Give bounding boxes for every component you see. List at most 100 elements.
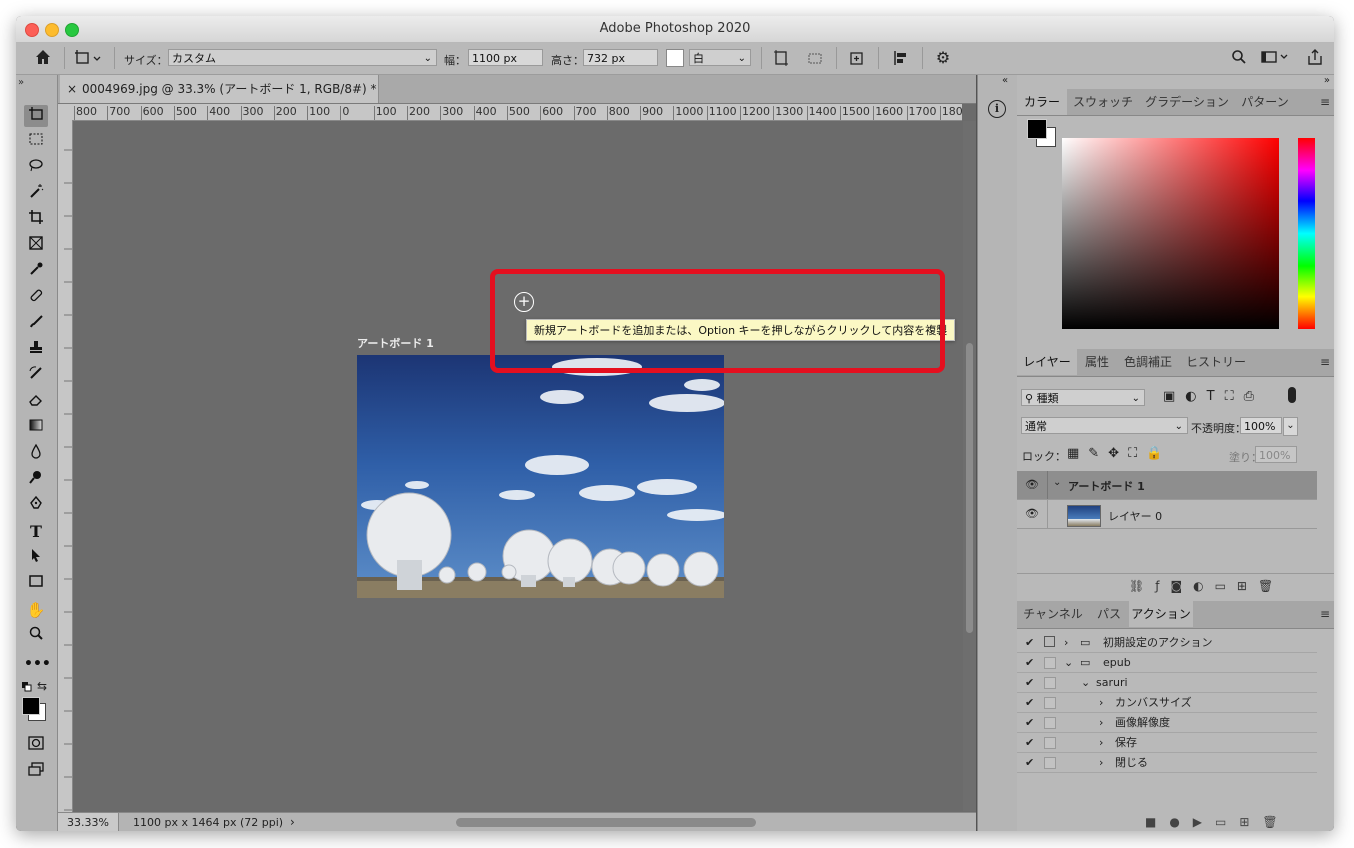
layer-filter-icons[interactable]: ▣◐T⛶⎙ xyxy=(1163,389,1264,404)
frame-tool-icon[interactable] xyxy=(24,235,48,257)
share-icon[interactable] xyxy=(1306,48,1324,70)
artboard-label[interactable]: アートボード 1 xyxy=(357,335,434,351)
lock-icons[interactable]: ▦✎✥⛶🔒 xyxy=(1067,446,1171,461)
workspace-icon[interactable] xyxy=(1260,49,1290,69)
blur-tool-icon[interactable] xyxy=(24,443,48,465)
tab-adjustments[interactable]: 色調補正 xyxy=(1117,349,1179,375)
home-icon[interactable] xyxy=(34,49,52,69)
document-tab[interactable]: × 0004969.jpg @ 33.3% (アートボード 1, RGB/8#)… xyxy=(60,75,379,103)
orientation-landscape-icon[interactable] xyxy=(806,49,824,71)
dialog-toggle-icon[interactable] xyxy=(1044,657,1056,669)
check-icon[interactable]: ✔ xyxy=(1025,653,1034,672)
opacity-input[interactable]: 100% xyxy=(1240,417,1282,434)
tab-layers[interactable]: レイヤー xyxy=(1017,349,1077,375)
action-row[interactable]: ✔ › カンバスサイズ xyxy=(1017,693,1317,713)
layer-filter-select[interactable]: ⚲ 種類 ⌄ xyxy=(1021,389,1145,406)
artboard-tool-preset-icon[interactable] xyxy=(74,49,102,71)
info-icon[interactable]: i xyxy=(988,100,1006,118)
zoom-level[interactable]: 33.33% xyxy=(58,813,119,831)
gear-icon[interactable]: ⚙ xyxy=(934,48,952,67)
chevron-right-icon[interactable]: › xyxy=(1099,713,1103,732)
search-icon[interactable] xyxy=(1230,49,1248,69)
filter-toggle-icon[interactable] xyxy=(1288,387,1296,403)
brush-tool-icon[interactable] xyxy=(24,313,48,335)
check-icon[interactable]: ✔ xyxy=(1025,753,1034,772)
check-icon[interactable]: ✔ xyxy=(1025,673,1034,692)
size-select[interactable]: カスタム ⌄ xyxy=(168,49,437,66)
dialog-toggle-icon[interactable] xyxy=(1044,757,1056,769)
action-row[interactable]: ✔ › 画像解像度 xyxy=(1017,713,1317,733)
layer-row-artboard[interactable]: 👁 ⌄ アートボード 1 xyxy=(1017,471,1317,500)
dialog-toggle-icon[interactable] xyxy=(1044,717,1056,729)
screen-mode-icon[interactable] xyxy=(24,761,48,783)
orientation-portrait-icon[interactable] xyxy=(772,49,790,71)
tab-paths[interactable]: パス xyxy=(1089,601,1129,627)
zoom-tool-icon[interactable] xyxy=(24,625,48,647)
rectangle-tool-icon[interactable] xyxy=(24,573,48,595)
clone-stamp-tool-icon[interactable] xyxy=(24,339,48,361)
eraser-tool-icon[interactable] xyxy=(24,391,48,413)
height-input[interactable]: 732 px xyxy=(583,49,658,66)
default-colors-icon[interactable] xyxy=(21,681,33,696)
chevron-right-icon[interactable]: › xyxy=(1099,733,1103,752)
horizontal-ruler[interactable]: 800 700 600 500 400 300 200 100 0 100 200 300 400 500… xyxy=(72,104,962,121)
action-controls-icons[interactable]: ■●▶▭⊞🗑 xyxy=(1145,815,1291,829)
dialog-toggle-icon[interactable] xyxy=(1044,677,1056,689)
fill-input[interactable]: 100% xyxy=(1255,446,1297,463)
crop-tool-icon[interactable] xyxy=(24,209,48,231)
tab-swatches[interactable]: スウォッチ xyxy=(1067,89,1139,115)
more-tools-icon[interactable]: ••• xyxy=(24,653,51,675)
marquee-tool-icon[interactable] xyxy=(24,131,48,153)
action-row[interactable]: ✔ ⌄ saruri xyxy=(1017,673,1317,693)
color-field[interactable] xyxy=(1062,138,1279,329)
blend-mode-select[interactable]: 通常 ⌄ xyxy=(1021,417,1188,434)
collapse-panels-icon[interactable]: » xyxy=(1324,75,1330,86)
background-select[interactable]: 白 ⌄ xyxy=(689,49,751,66)
chevron-right-icon[interactable]: › xyxy=(1099,753,1103,772)
tab-channels[interactable]: チャンネル xyxy=(1017,601,1089,627)
dodge-tool-icon[interactable] xyxy=(24,469,48,491)
collapse-icon[interactable]: « xyxy=(1002,75,1008,86)
align-icon[interactable] xyxy=(892,49,910,71)
dialog-toggle-icon[interactable] xyxy=(1044,636,1055,647)
foreground-color-swatch[interactable] xyxy=(22,697,40,715)
collapse-icon[interactable]: » xyxy=(18,77,24,88)
background-color-swatch[interactable] xyxy=(666,49,684,67)
panel-menu-icon[interactable]: ≡ xyxy=(1320,95,1330,109)
pen-tool-icon[interactable] xyxy=(24,495,48,517)
check-icon[interactable]: ✔ xyxy=(1025,733,1034,752)
foreground-color-swatch[interactable] xyxy=(1027,119,1047,139)
horizontal-scroll-thumb[interactable] xyxy=(456,818,756,827)
chevron-down-icon[interactable]: ⌄ xyxy=(1283,417,1298,436)
check-icon[interactable]: ✔ xyxy=(1025,693,1034,712)
type-tool-icon[interactable]: T xyxy=(24,521,48,543)
chevron-down-icon[interactable]: ⌄ xyxy=(1053,477,1061,488)
gradient-tool-icon[interactable] xyxy=(24,417,48,439)
ruler-origin[interactable] xyxy=(58,104,72,120)
layer-actions-icons[interactable]: ⛓ƒ◙◐▭⊞🗑 xyxy=(1129,579,1284,593)
vertical-ruler[interactable] xyxy=(58,120,73,831)
eye-icon[interactable]: 👁 xyxy=(1025,507,1039,520)
tab-gradients[interactable]: グラデーション xyxy=(1139,89,1235,115)
chevron-right-icon[interactable]: › xyxy=(1099,693,1103,712)
action-row[interactable]: ✔ › ▭ 初期設定のアクション xyxy=(1017,633,1317,653)
close-tab-icon[interactable]: × xyxy=(67,75,77,103)
swap-colors-icon[interactable]: ⇆ xyxy=(37,679,47,693)
artboard-tool-icon[interactable] xyxy=(24,105,48,127)
check-icon[interactable]: ✔ xyxy=(1025,713,1034,732)
layer-row[interactable]: 👁 レイヤー 0 xyxy=(1017,500,1317,529)
tab-color[interactable]: カラー xyxy=(1017,89,1067,115)
add-artboard-icon[interactable] xyxy=(848,49,866,71)
tab-properties[interactable]: 属性 xyxy=(1077,349,1117,375)
vertical-scrollbar[interactable] xyxy=(963,121,976,811)
canvas[interactable]: アートボード 1 + 新規アートボードを追加または、Option キーを押しなが… xyxy=(73,121,960,811)
action-row[interactable]: ✔ › 保存 xyxy=(1017,733,1317,753)
panel-menu-icon[interactable]: ≡ xyxy=(1320,607,1330,621)
tab-actions[interactable]: アクション xyxy=(1129,601,1193,627)
tab-patterns[interactable]: パターン xyxy=(1235,89,1295,115)
tab-history[interactable]: ヒストリー xyxy=(1179,349,1253,375)
artboard-image[interactable] xyxy=(357,355,724,598)
lasso-tool-icon[interactable] xyxy=(24,157,48,179)
healing-brush-tool-icon[interactable] xyxy=(24,287,48,309)
path-selection-tool-icon[interactable] xyxy=(24,547,48,569)
